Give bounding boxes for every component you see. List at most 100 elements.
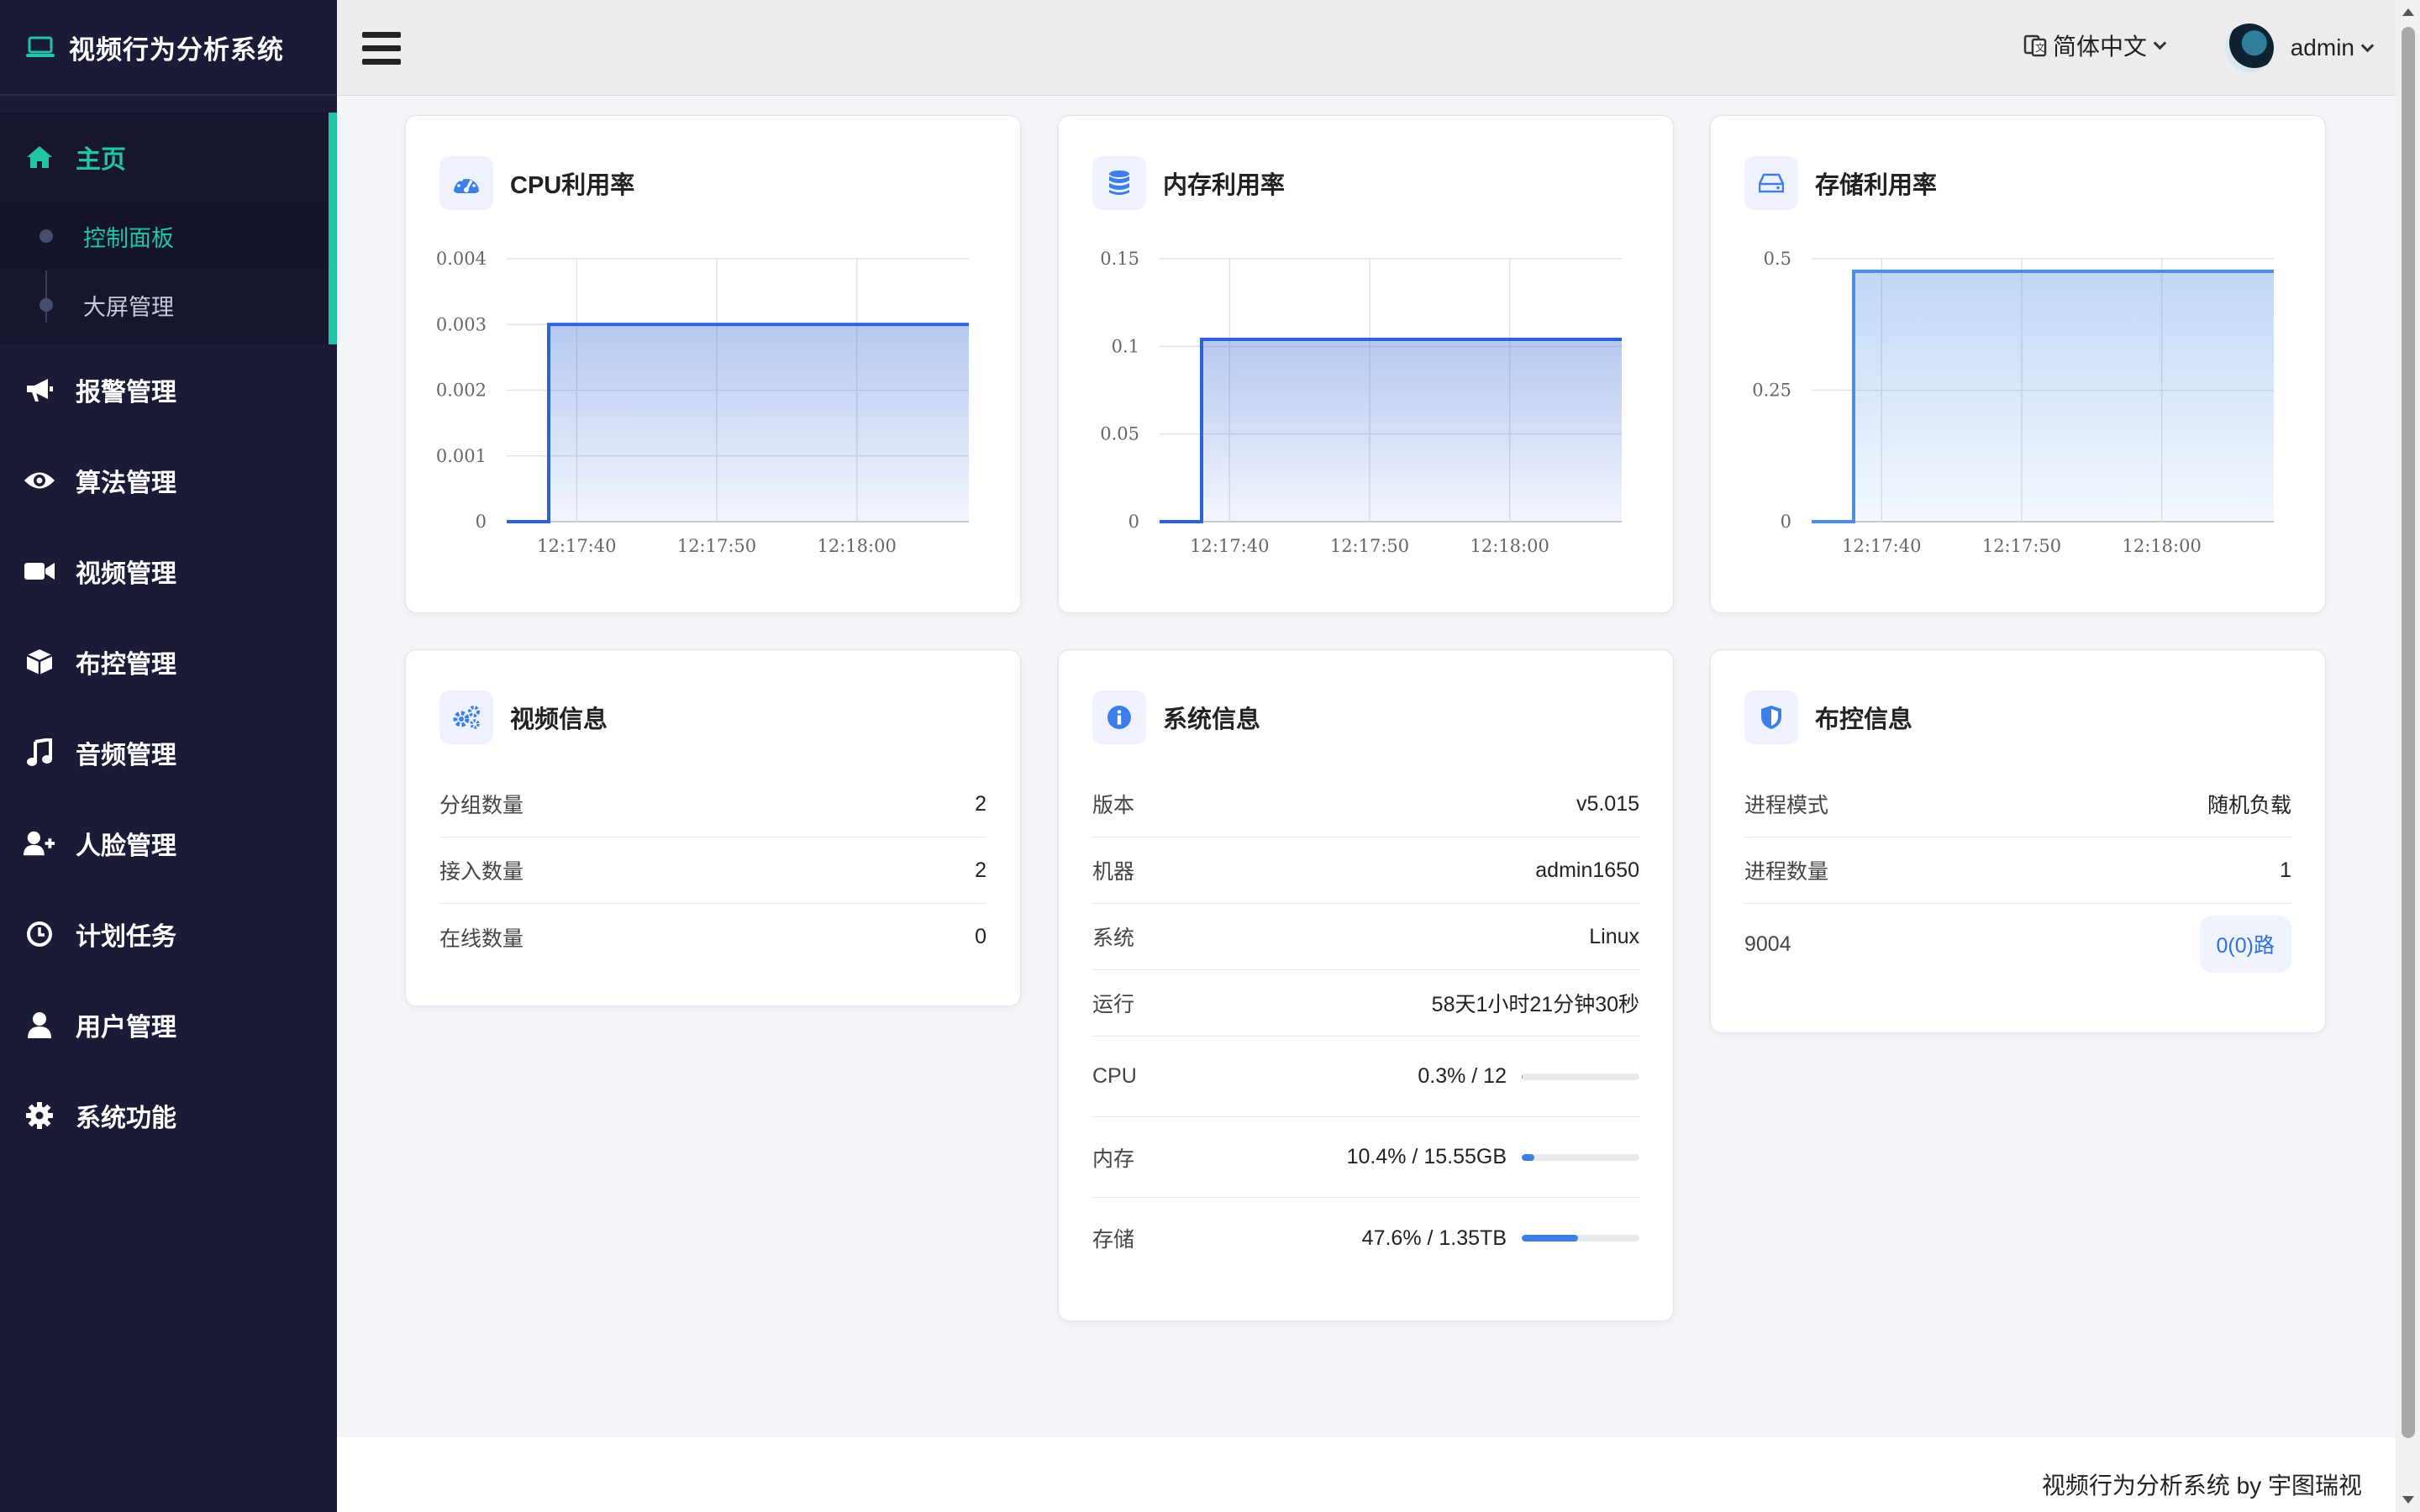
dot-icon <box>39 298 53 312</box>
usage-row: 内存 10.4% / 15.55GB <box>1092 1117 1639 1198</box>
sidebar-item-audio[interactable]: 音频管理 <box>0 707 337 798</box>
deploy-info-card: 布控信息 进程模式 随机负载 进程数量 1 9004 0(0)路 <box>1710 649 2326 1033</box>
sidebar-subitem-dashboard[interactable]: 控制面板 <box>0 202 337 270</box>
hamburger-menu-icon[interactable] <box>362 32 401 66</box>
home-icon <box>24 141 55 173</box>
sidebar-item-users[interactable]: 用户管理 <box>0 979 337 1070</box>
sidebar-item-deploy[interactable]: 布控管理 <box>0 617 337 707</box>
music-note-icon <box>24 737 55 769</box>
progress-bar <box>1522 1235 1639 1242</box>
sidebar: 视频行为分析系统 主页 控制面板 大屏管理 报警管理 算法管理 视频管理 布控管… <box>0 0 337 1512</box>
sidebar-item-system[interactable]: 系统功能 <box>0 1070 337 1161</box>
row-value: 1 <box>2280 858 2291 882</box>
x-tick-label: 12:17:50 <box>1982 536 2061 556</box>
scroll-up-arrow-icon[interactable] <box>2402 8 2414 16</box>
vertical-scrollbar[interactable] <box>2396 0 2420 1512</box>
row-value: 0 <box>975 925 986 948</box>
dashboard-gauge-icon <box>439 156 493 210</box>
video-info-card: 视频信息 分组数量 2 接入数量 2 在线数量 0 <box>405 649 1021 1006</box>
sidebar-item-alarm[interactable]: 报警管理 <box>0 344 337 435</box>
sidebar-item-label: 用户管理 <box>76 1014 176 1042</box>
language-selector[interactable]: 文 简体中文 <box>2023 29 2167 62</box>
sidebar-nav: 主页 控制面板 大屏管理 报警管理 算法管理 视频管理 布控管理 音频管理 人脸… <box>0 113 337 1161</box>
sidebar-item-label: 算法管理 <box>76 470 176 497</box>
x-tick-label: 12:17:40 <box>537 536 616 556</box>
sidebar-item-label: 计划任务 <box>76 923 176 951</box>
row-label: 进程模式 <box>1744 794 1829 817</box>
port-row: 9004 0(0)路 <box>1744 904 2291 984</box>
user-plus-icon <box>24 827 55 859</box>
y-tick-label: 0.05 <box>1100 424 1139 444</box>
row-value: 2 <box>975 858 986 882</box>
footer: 视频行为分析系统 by 宇图瑞视 <box>337 1437 2396 1512</box>
info-row: 在线数量 0 <box>439 904 986 970</box>
sidebar-item-algorithm[interactable]: 算法管理 <box>0 435 337 526</box>
info-row: 进程数量 1 <box>1744 837 2291 904</box>
scroll-down-arrow-icon[interactable] <box>2402 1496 2414 1504</box>
svg-text:文: 文 <box>2035 41 2045 54</box>
info-row: 进程模式 随机负载 <box>1744 771 2291 837</box>
sidebar-item-label: 系统功能 <box>76 1105 176 1132</box>
row-label: 机器 <box>1092 860 1135 884</box>
row-value: 0.3% / 12 <box>1418 1064 1507 1088</box>
y-tick-label: 0.15 <box>1100 249 1139 269</box>
memory-usage-card: 内存利用率 0 0.05 0.1 0.15 12:17:40 12:17:50 12:18:… <box>1058 115 1674 613</box>
row-label: 接入数量 <box>439 860 524 884</box>
y-tick-label: 0.002 <box>436 381 487 401</box>
cube-icon <box>24 646 55 678</box>
info-row: 系统 Linux <box>1092 904 1639 970</box>
series-area <box>507 324 969 522</box>
row-label: 进程数量 <box>1744 860 1829 884</box>
cpu-usage-chart: 0 0.001 0.002 0.003 0.004 12:17:40 12:17:50 12:… <box>436 249 969 556</box>
row-label: 在线数量 <box>439 927 524 951</box>
sidebar-item-face[interactable]: 人脸管理 <box>0 798 337 889</box>
user-icon <box>24 1009 55 1041</box>
dot-icon <box>39 229 53 243</box>
language-label: 简体中文 <box>2052 34 2147 60</box>
top-header: 文 简体中文 admin <box>337 0 2396 96</box>
y-tick-label: 0.25 <box>1752 381 1791 401</box>
memory-usage-chart: 0 0.05 0.1 0.15 12:17:40 12:17:50 12:18:00 <box>1100 249 1622 556</box>
y-tick-label: 0.1 <box>1112 336 1139 356</box>
gears-icon <box>439 690 493 744</box>
user-menu[interactable]: admin <box>2224 24 2375 72</box>
sidebar-item-label: 报警管理 <box>76 379 176 407</box>
sidebar-item-video[interactable]: 视频管理 <box>0 526 337 617</box>
x-tick-label: 12:18:00 <box>2123 536 2202 556</box>
y-tick-label: 0 <box>1781 512 1791 532</box>
sidebar-subitem-label: 大屏管理 <box>83 294 174 320</box>
series-area <box>1160 339 1622 522</box>
x-tick-label: 12:18:00 <box>1470 536 1549 556</box>
row-value: Linux <box>1589 924 1639 948</box>
channel-count-badge[interactable]: 0(0)路 <box>2199 916 2291 973</box>
database-icon <box>1092 156 1146 210</box>
scrollbar-thumb[interactable] <box>2402 27 2415 1438</box>
sidebar-subitem-bigscreen[interactable]: 大屏管理 <box>0 270 337 339</box>
megaphone-icon <box>24 374 55 406</box>
x-tick-label: 12:17:40 <box>1190 536 1269 556</box>
sidebar-item-home[interactable]: 主页 <box>0 113 337 202</box>
row-label: 系统 <box>1092 927 1135 950</box>
card-title: CPU利用率 <box>510 172 635 199</box>
video-camera-icon <box>24 555 55 587</box>
y-tick-label: 0.001 <box>436 446 487 466</box>
progress-bar <box>1522 1073 1639 1080</box>
chevron-down-icon <box>2153 36 2167 50</box>
sidebar-item-schedule[interactable]: 计划任务 <box>0 889 337 979</box>
x-tick-label: 12:17:50 <box>1330 536 1409 556</box>
cpu-usage-card: CPU利用率 0 0.001 0.002 0.003 0.004 12:17:40 12:1… <box>405 115 1021 613</box>
card-title: 视频信息 <box>510 706 608 733</box>
x-tick-label: 12:18:00 <box>818 536 897 556</box>
row-value: 2 <box>975 791 986 816</box>
system-info-card: 系统信息 版本 v5.015 机器 admin1650 系统 Linux 运行 58天1… <box>1058 649 1674 1321</box>
shield-icon <box>1744 690 1798 744</box>
eye-icon <box>24 465 55 496</box>
row-label: 内存 <box>1092 1147 1135 1171</box>
card-title: 系统信息 <box>1163 706 1261 733</box>
row-label: 存储 <box>1092 1228 1135 1252</box>
row-value: 47.6% / 1.35TB <box>1361 1226 1507 1250</box>
row-label: CPU <box>1092 1064 1137 1088</box>
translate-icon: 文 <box>2023 34 2047 57</box>
card-title: 存储利用率 <box>1815 172 1938 199</box>
card-title: 内存利用率 <box>1163 172 1286 199</box>
